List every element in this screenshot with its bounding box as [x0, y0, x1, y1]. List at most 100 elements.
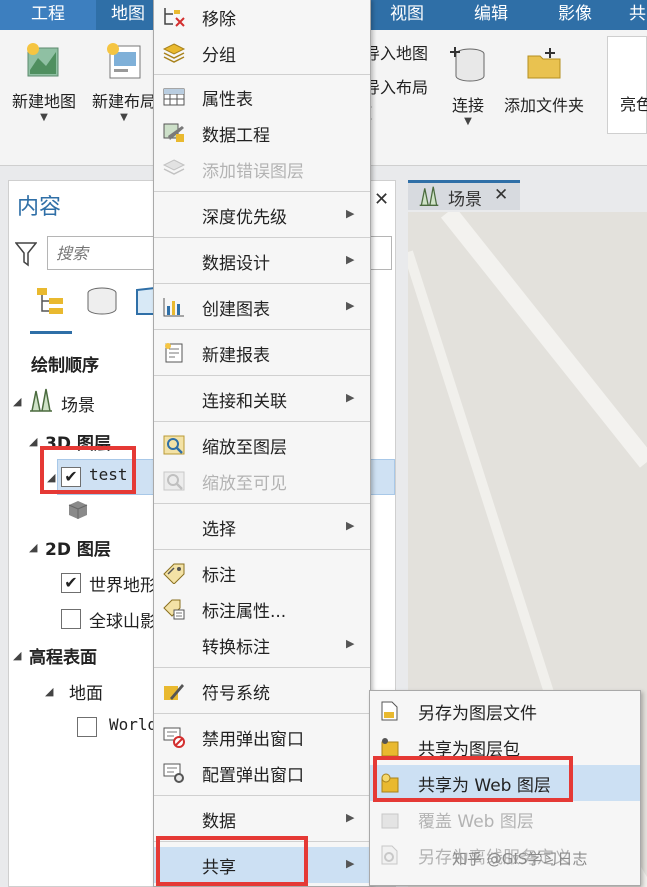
menu-convert-labels-label: 转换标注	[202, 638, 270, 658]
close-icon[interactable]: ✕	[374, 189, 389, 210]
new-map-icon	[27, 43, 59, 77]
menu-data[interactable]: 数据 ▶	[154, 801, 370, 837]
ground-label[interactable]: 地面	[69, 679, 103, 704]
new-map-label: 新建地图	[11, 92, 76, 111]
menu-zoom-to-visible-label: 缩放至可见	[202, 474, 287, 494]
import-map-button[interactable]: 导入地图	[364, 40, 434, 64]
scene-icon	[30, 388, 52, 412]
tab-edit[interactable]: 编辑	[456, 0, 526, 30]
menu-remove-label: 移除	[202, 10, 236, 30]
layer-file-icon	[381, 701, 398, 721]
group-elevation[interactable]: 高程表面	[29, 643, 97, 668]
annotation-box-web-layer	[373, 756, 573, 802]
group-2d-layers[interactable]: 2D 图层	[45, 535, 111, 560]
3d-symbol-icon	[68, 501, 88, 519]
layer-package-icon	[381, 738, 399, 757]
menu-joins-relates[interactable]: 连接和关联 ▶	[154, 381, 370, 417]
scene-label[interactable]: 场景	[61, 391, 95, 416]
scene-icon	[419, 186, 439, 206]
collapse-arrow-icon[interactable]: ◢	[45, 685, 53, 698]
new-layout-button[interactable]: 新建布局 ▼	[86, 40, 162, 123]
menu-add-error-layer: 添加错误图层	[154, 151, 370, 187]
zoom-to-visible-icon	[163, 471, 185, 491]
menu-group[interactable]: 分组	[154, 35, 370, 71]
menu-create-chart[interactable]: 创建图表 ▶	[154, 289, 370, 325]
menu-data-engineering[interactable]: 数据工程	[154, 115, 370, 151]
menu-disable-popups-label: 禁用弹出窗口	[202, 730, 304, 750]
menu-save-layer-file-label: 另存为图层文件	[418, 704, 537, 724]
tab-scene-view[interactable]: 场景 ✕	[408, 180, 520, 210]
world-elev-checkbox[interactable]	[77, 717, 97, 737]
menu-label-properties[interactable]: 标注属性...	[154, 591, 370, 627]
global-shade-label[interactable]: 全球山影	[89, 607, 157, 632]
menu-convert-labels[interactable]: 转换标注 ▶	[154, 627, 370, 663]
menu-create-chart-label: 创建图表	[202, 300, 270, 320]
menu-zoom-to-layer-label: 缩放至图层	[202, 438, 287, 458]
menu-symbology-label: 符号系统	[202, 684, 270, 704]
label-properties-icon	[163, 599, 185, 620]
menu-separator	[154, 283, 370, 284]
world-elev-label[interactable]: World	[109, 715, 157, 734]
menu-depth-priority[interactable]: 深度优先级 ▶	[154, 197, 370, 233]
collapse-arrow-icon[interactable]: ◢	[13, 649, 21, 662]
disable-popup-icon	[163, 727, 185, 748]
menu-separator	[154, 191, 370, 192]
submenu-arrow-icon: ▶	[346, 637, 355, 650]
new-layout-label: 新建布局	[91, 92, 156, 111]
menu-disable-popups[interactable]: 禁用弹出窗口	[154, 719, 370, 755]
menu-new-report[interactable]: 新建报表	[154, 335, 370, 371]
menu-zoom-to-layer[interactable]: 缩放至图层	[154, 427, 370, 463]
import-map-label: 导入地图	[364, 44, 429, 63]
collapse-arrow-icon[interactable]: ◢	[13, 395, 21, 408]
add-folder-label: 添加文件夹	[503, 96, 584, 115]
chevron-down-icon: ▼	[40, 112, 48, 123]
new-layout-icon	[107, 43, 141, 79]
label-icon	[163, 563, 185, 584]
import-layout-label: 导入布局	[364, 78, 429, 97]
configure-popup-icon	[163, 763, 184, 783]
menu-selection[interactable]: 选择 ▶	[154, 509, 370, 545]
tab-project[interactable]: 工程	[0, 0, 96, 30]
theme-panel: 亮色	[607, 36, 647, 134]
menu-group-label: 分组	[202, 46, 236, 66]
menu-depth-priority-label: 深度优先级	[202, 208, 287, 228]
menu-selection-label: 选择	[202, 520, 236, 540]
menu-separator	[154, 549, 370, 550]
chevron-down-icon: ▼	[120, 112, 128, 123]
menu-separator	[154, 713, 370, 714]
brightness-label[interactable]: 亮色	[620, 91, 647, 115]
world-map-label[interactable]: 世界地形	[89, 571, 157, 596]
menu-symbology[interactable]: 符号系统	[154, 673, 370, 709]
global-shade-checkbox[interactable]	[61, 609, 81, 629]
new-map-button[interactable]: 新建地图 ▼	[6, 40, 82, 123]
close-icon[interactable]: ✕	[494, 185, 508, 205]
submenu-arrow-icon: ▶	[346, 519, 355, 532]
list-by-source-icon[interactable]	[85, 286, 119, 316]
menu-overwrite-web-layer-label: 覆盖 Web 图层	[418, 812, 534, 832]
submenu-arrow-icon: ▶	[346, 857, 355, 870]
connect-button[interactable]: 连接 ▼	[440, 44, 496, 127]
collapse-arrow-icon[interactable]: ◢	[29, 435, 37, 448]
menu-label[interactable]: 标注	[154, 555, 370, 591]
menu-attribute-table[interactable]: 属性表	[154, 79, 370, 115]
menu-separator	[154, 375, 370, 376]
filter-icon[interactable]	[15, 241, 37, 267]
folder-plus-icon	[527, 48, 561, 79]
menu-zoom-to-visible: 缩放至可见	[154, 463, 370, 499]
collapse-arrow-icon[interactable]: ◢	[29, 541, 37, 554]
add-folder-button[interactable]: 添加文件夹	[496, 44, 592, 116]
tab-share[interactable]: 共	[628, 0, 647, 30]
submenu-arrow-icon: ▶	[346, 299, 355, 312]
tab-map[interactable]: 地图	[108, 0, 148, 30]
menu-data-design[interactable]: 数据设计 ▶	[154, 243, 370, 279]
menu-separator	[154, 795, 370, 796]
menu-configure-popups[interactable]: 配置弹出窗口	[154, 755, 370, 791]
list-by-drawing-order-icon[interactable]	[33, 286, 67, 316]
menu-remove[interactable]: 移除	[154, 0, 370, 35]
active-view-indicator	[30, 331, 72, 334]
tab-view[interactable]: 视图	[372, 0, 442, 30]
world-map-checkbox[interactable]: ✔	[61, 573, 81, 593]
menu-save-layer-file[interactable]: 另存为图层文件	[370, 693, 640, 729]
submenu-arrow-icon: ▶	[346, 207, 355, 220]
tab-imagery[interactable]: 影像	[540, 0, 610, 30]
